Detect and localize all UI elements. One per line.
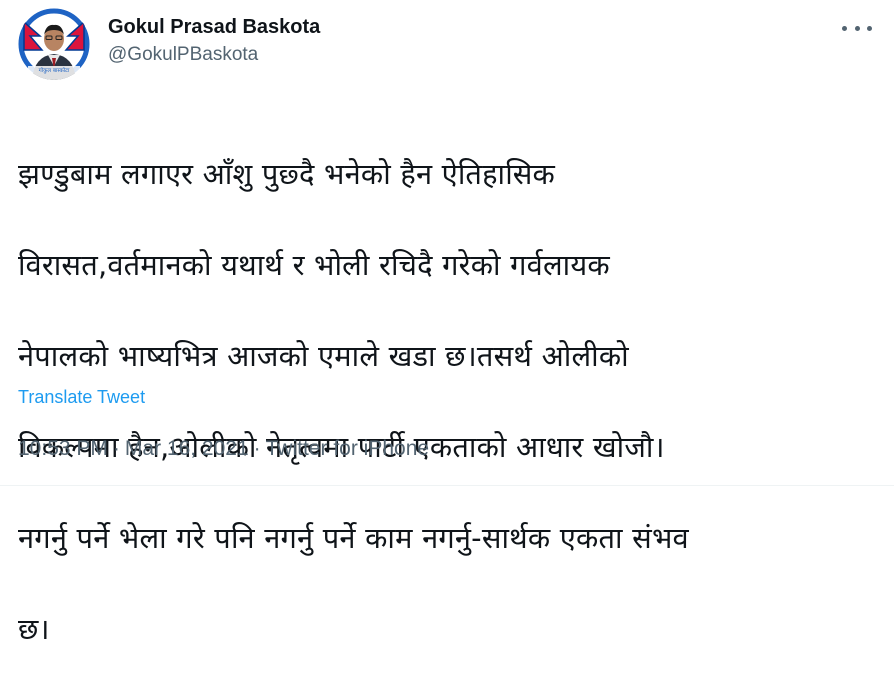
avatar[interactable]: गोकुल बास्कोटा bbox=[18, 8, 90, 80]
author-display-name[interactable]: Gokul Prasad Baskota bbox=[108, 14, 320, 40]
author-handle[interactable]: @GokulPBaskota bbox=[108, 43, 320, 67]
translate-tweet-link[interactable]: Translate Tweet bbox=[18, 386, 145, 408]
tweet-metadata: 10:53 PM · Mar 16, 2021 · Twitter for iPhone bbox=[18, 436, 429, 462]
meta-separator: · bbox=[112, 437, 120, 460]
tweet-text-line: विरासत,वर्तमानको यथार्थ र भोली रचिदै गरे… bbox=[18, 247, 610, 282]
more-dot bbox=[842, 25, 847, 31]
tweet-text-line: नेपालको भाष्यभित्र आजको एमाले खडा छ।तसर्… bbox=[18, 338, 629, 373]
more-dot bbox=[854, 25, 860, 31]
tweet-text-line: छ। bbox=[18, 611, 50, 646]
tweet-text-line: नगर्नु पर्ने भेला गरे पनि नगर्नु पर्ने क… bbox=[18, 520, 689, 555]
tweet-text-line: झण्डुबाम लगाएर आँशु पुछ्दै भनेको हैन ऐति… bbox=[18, 156, 556, 191]
avatar-caption: गोकुल बास्कोटा bbox=[38, 68, 70, 74]
tweet-card: गोकुल बास्कोटा Gokul Prasad Baskota @Gok… bbox=[0, 0, 894, 646]
more-options-icon[interactable] bbox=[842, 18, 872, 38]
author-info: Gokul Prasad Baskota @GokulPBaskota bbox=[108, 14, 320, 67]
meta-separator: · bbox=[253, 437, 261, 460]
tweet-time[interactable]: 10:53 PM bbox=[18, 437, 108, 460]
tweet-source[interactable]: Twitter for iPhone bbox=[266, 437, 429, 460]
tweet-date[interactable]: Mar 16, 2021 bbox=[125, 437, 249, 460]
more-dot bbox=[867, 25, 872, 31]
